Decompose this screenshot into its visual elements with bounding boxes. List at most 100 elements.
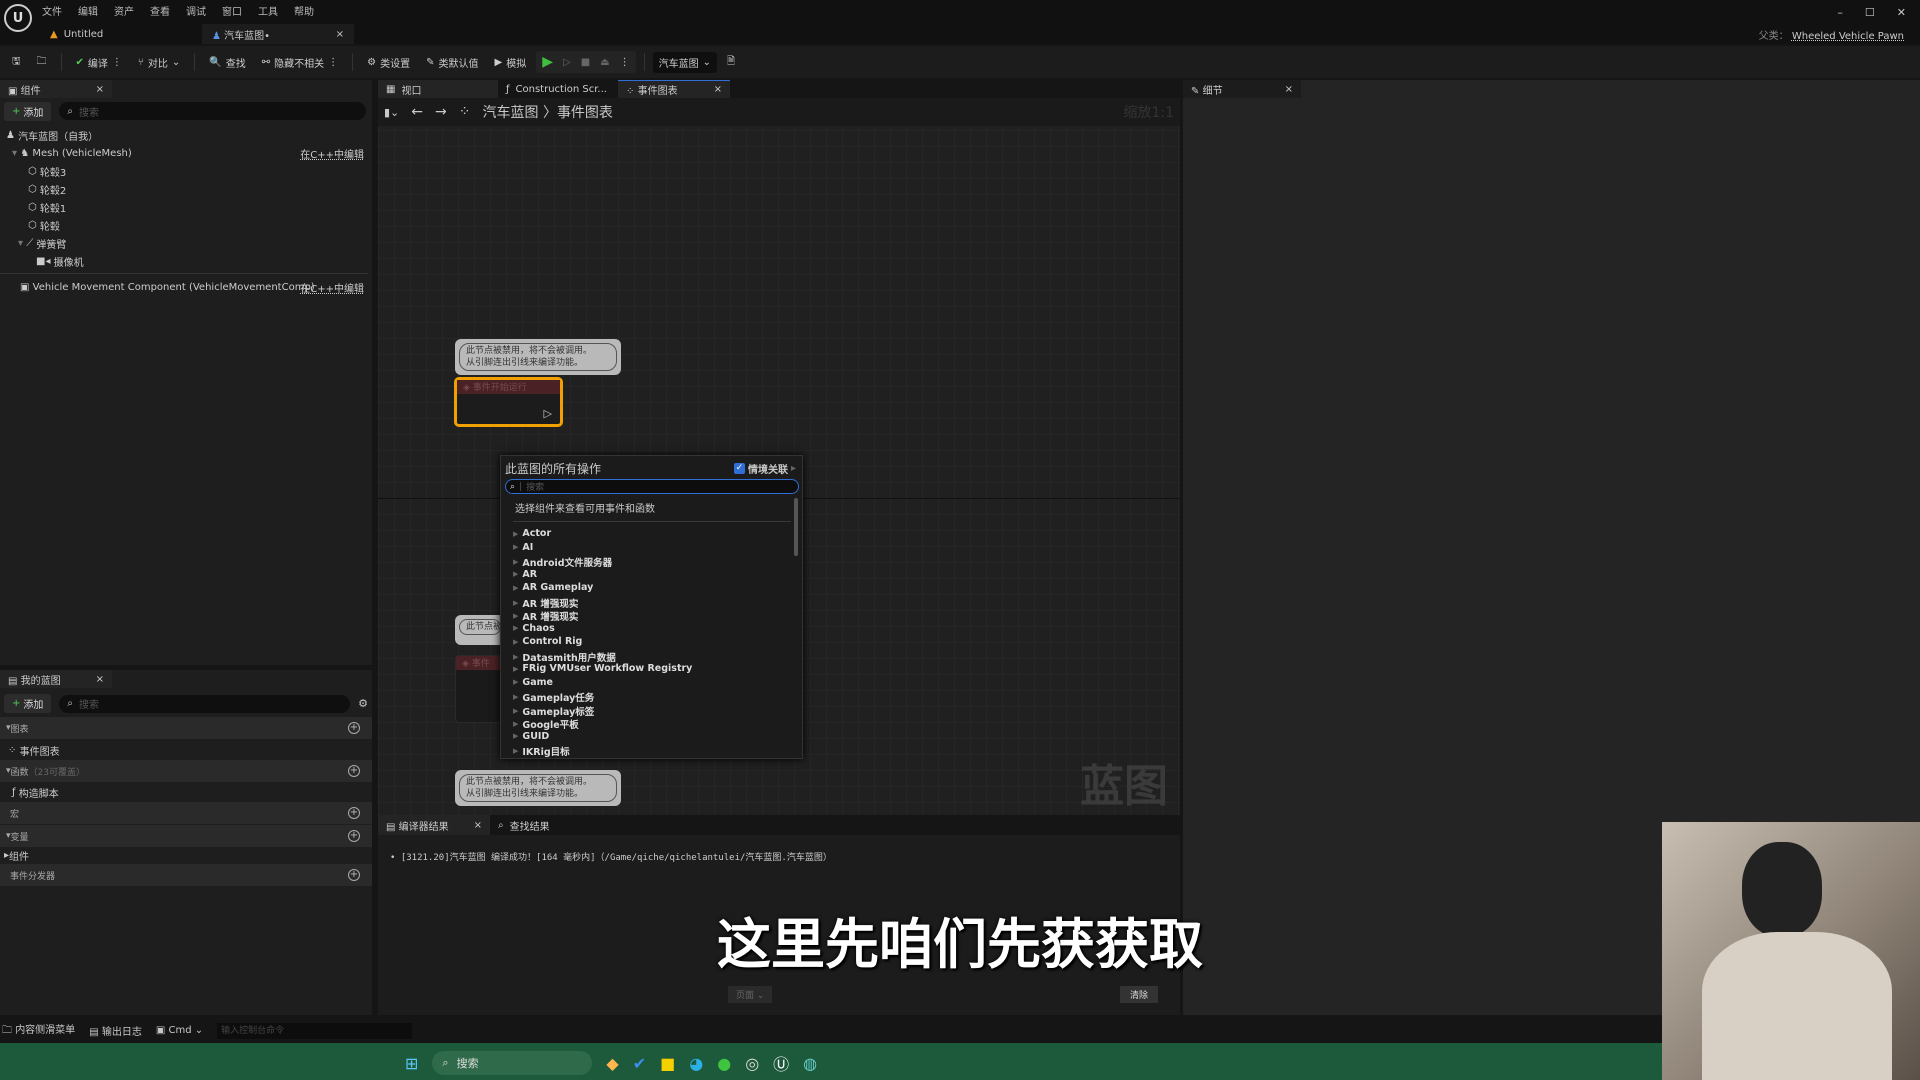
tab-compiler-results[interactable]: ▤ 编译器结果 × [378,815,490,835]
action-category[interactable]: ▶ Datasmith用户数据 [513,650,616,664]
app-icon-notes[interactable]: ■ [660,1054,675,1073]
expand-icon[interactable]: ▶ [513,747,518,755]
expand-icon[interactable]: ▶ [513,693,518,701]
action-category[interactable]: ▶ GUID [513,731,549,742]
unreal-logo[interactable]: U [4,4,32,32]
forward-icon[interactable]: → [435,104,447,120]
action-category[interactable]: ▶ Chaos [513,623,555,634]
expand-icon[interactable]: ▶ [513,638,518,646]
tree-camera[interactable]: ■◂ 摄像机 [0,252,372,270]
compile-button[interactable]: ✔ 编译 ⋮ [70,52,128,73]
expand-icon[interactable]: ▶ [513,720,518,728]
action-category[interactable]: ▶ Gameplay任务 [513,690,594,704]
expand-icon[interactable]: ▶ [513,599,518,607]
app-icon-browser[interactable]: ◍ [803,1054,817,1073]
exec-pin-icon[interactable]: ▷ [544,407,552,420]
add-variable-icon[interactable]: + [348,830,360,842]
expand-icon[interactable]: ▶ [513,678,518,686]
doc-tab-untitled[interactable]: ▲ Untitled [40,24,200,44]
tree-movement[interactable]: ▣ Vehicle Movement Component (VehicleMov… [0,278,372,296]
add-macro-icon[interactable]: + [348,807,360,819]
tree-wheel-1[interactable]: ⬡ 轮毂1 [0,198,372,216]
event-begin-play-node[interactable]: ◈ 事件开始运行 ▷ [454,377,563,427]
expand-icon[interactable]: ▾ [18,238,23,249]
browse-icon[interactable]: 🗀 [31,51,53,74]
class-defaults-button[interactable]: ✎ 类默认值 [420,52,484,73]
action-category[interactable]: ▶ AR 增强现实 [513,596,578,610]
action-category[interactable]: ▶ Control Rig [513,636,582,647]
minimize-icon[interactable]: – [1837,6,1843,19]
close-window-icon[interactable]: ✕ [1897,6,1906,19]
action-category[interactable]: ▶ AR [513,569,537,580]
console-input[interactable]: 输入控制台命令 [217,1022,413,1039]
stop-icon[interactable]: ■ [581,57,590,68]
action-category[interactable]: ▶ Google平板 [513,717,579,731]
expand-icon[interactable]: ▶ [513,584,518,592]
edge-icon[interactable]: ◕ [689,1054,703,1073]
action-category[interactable]: ▶ Game [513,677,553,688]
expand-icon[interactable]: ▶ [513,530,518,538]
unreal-taskbar-icon[interactable]: Ⓤ [773,1051,789,1075]
category-dispatchers[interactable]: 事件分发器 + [0,864,372,886]
add-function-icon[interactable]: + [348,765,360,777]
diff-button[interactable]: ⑂ 对比 ⌄ [132,52,186,73]
menu-edit[interactable]: 编辑 [78,3,98,18]
tree-root[interactable]: ♟ 汽车蓝图（自我） [0,126,372,144]
content-drawer-button[interactable]: 🗀 内容侧滑菜单 [2,1021,75,1040]
action-category[interactable]: ▶ IKRig目标 [513,744,570,758]
close-icon[interactable]: × [714,84,722,95]
play-icon[interactable]: ▶ [542,54,553,70]
back-icon[interactable]: ← [411,104,423,120]
add-graph-icon[interactable]: + [348,722,360,734]
action-search-input[interactable]: ⌕ | 搜索 [505,479,799,494]
menu-window[interactable]: 窗口 [222,3,242,18]
add-dispatcher-icon[interactable]: + [348,869,360,881]
expand-icon[interactable]: ▶ [513,543,518,551]
expand-icon[interactable]: ▶ [513,570,518,578]
edit-cpp-link[interactable]: 在C++中编辑 [300,146,364,161]
bookmark-icon[interactable]: ▮⌄ [384,106,399,119]
category-macros[interactable]: 宏 + [0,802,372,824]
menu-asset[interactable]: 资产 [114,3,134,18]
close-icon[interactable]: × [1285,84,1293,95]
tree-spring-arm[interactable]: ▾ ⟋ 弹簧臂 [0,234,372,252]
item-components[interactable]: ▸ 组件 [0,846,372,864]
breadcrumb-root[interactable]: 汽车蓝图 [482,105,538,121]
context-sensitive-toggle[interactable]: ✓ 情境关联 ▸ [733,461,796,476]
tab-viewport[interactable]: ▦ 视口 [378,80,498,98]
checkbox-checked-icon[interactable]: ✓ [733,463,745,474]
category-variables[interactable]: ▾ 变量 + [0,825,372,847]
action-category[interactable]: ▶ AR 增强现实 [513,609,578,623]
components-search-input[interactable]: ⌕ 搜索 [59,102,366,120]
clear-button[interactable]: 清除 [1120,986,1159,1003]
action-category[interactable]: ▶ AI [513,542,533,553]
output-log-button[interactable]: ▤ 输出日志 [89,1023,142,1038]
my-blueprint-search-input[interactable]: ⌕ 搜索 [59,694,351,713]
breadcrumb-current[interactable]: 事件图表 [557,105,613,121]
tree-mesh[interactable]: ▾ ♞ Mesh (VehicleMesh) 在C++中编辑 [0,144,372,162]
event-node-2[interactable]: ◈ 事件 [455,655,505,723]
simulate-button[interactable]: ▶ 模拟 [489,52,533,73]
close-icon[interactable]: × [336,29,344,40]
tab-find-results[interactable]: ⌕ 查找结果 [490,815,558,835]
menu-tools[interactable]: 工具 [258,3,278,18]
taskbar-search[interactable]: ⌕ 搜索 [432,1051,593,1075]
tree-wheel-3[interactable]: ⬡ 轮毂3 [0,162,372,180]
debug-icon[interactable]: 🗎 [721,51,741,74]
expand-icon[interactable]: ▶ [513,707,518,715]
eject-icon[interactable]: ⏏ [600,57,609,68]
category-graphs[interactable]: ▾ 图表 + [0,717,372,739]
find-button[interactable]: 🔍 查找 [203,52,251,73]
app-icon-todo[interactable]: ✔ [633,1054,646,1073]
tab-my-blueprint[interactable]: ▤ 我的蓝图 × [0,670,112,688]
close-icon[interactable]: × [96,84,104,95]
close-icon[interactable]: × [474,820,482,831]
settings-gear-icon[interactable]: ⚙ [358,697,368,710]
expand-icon[interactable]: ▶ [513,612,518,620]
expand-icon[interactable]: ▶ [513,558,518,566]
category-functions[interactable]: ▾ 函数 （23可覆盖） + [0,760,372,782]
tab-construction-script[interactable]: ƒ Construction Scr... [498,80,618,98]
page-dropdown[interactable]: 页面 ⌄ [728,986,773,1003]
expand-icon[interactable]: ▶ [513,624,518,632]
scrollbar[interactable] [794,498,798,556]
